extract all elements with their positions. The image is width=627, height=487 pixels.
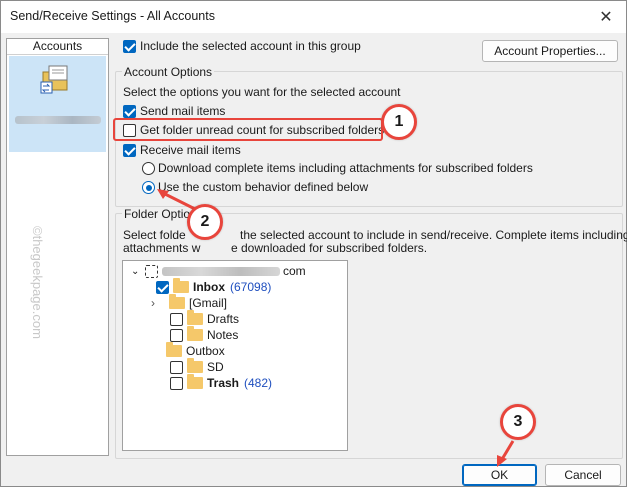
gmail-label: [Gmail] (189, 296, 228, 310)
collapse-chevron-icon[interactable]: ⌄ (131, 266, 145, 277)
trash-checkbox[interactable] (170, 376, 183, 390)
title-bar: Send/Receive Settings - All Accounts ✕ (1, 1, 626, 33)
cancel-button[interactable]: Cancel (545, 464, 621, 486)
account-email-redacted (162, 266, 280, 276)
sd-folder-icon (187, 358, 203, 373)
notes-label: Notes (207, 328, 239, 342)
folder-options-line1-start: Select folde (123, 228, 186, 242)
download-complete-label: Download complete items including attach… (158, 161, 533, 175)
root-partial-checkbox[interactable] (145, 264, 158, 278)
accounts-panel: Accounts (6, 38, 109, 456)
receive-mail-checkbox[interactable] (123, 144, 136, 157)
include-account-checkbox[interactable] (123, 40, 136, 53)
tree-item-gmail[interactable]: › [Gmail] (151, 294, 228, 310)
drafts-label: Drafts (207, 312, 240, 326)
send-mail-label: Send mail items (140, 104, 226, 118)
callout-1: 1 (381, 104, 417, 140)
trash-count: (482) (244, 376, 273, 390)
account-list-item[interactable] (9, 56, 106, 152)
account-options-instruction: Select the options you want for the sele… (123, 85, 401, 99)
sd-checkbox[interactable] (170, 360, 183, 374)
outbox-folder-icon (166, 342, 182, 357)
download-complete-radio[interactable] (142, 162, 155, 175)
notes-folder-icon (187, 326, 203, 341)
tree-item-outbox[interactable]: Outbox (166, 342, 225, 358)
inbox-checkbox[interactable] (156, 280, 169, 294)
window-title: Send/Receive Settings - All Accounts (10, 9, 215, 23)
notes-checkbox[interactable] (170, 328, 183, 342)
outbox-label: Outbox (186, 344, 225, 358)
accounts-header: Accounts (7, 39, 108, 55)
tree-item-inbox[interactable]: Inbox (67098) (156, 278, 272, 294)
drafts-checkbox[interactable] (170, 312, 183, 326)
folder-options-line2-end: e downloaded for subscribed folders. (231, 241, 428, 255)
tree-item-notes[interactable]: Notes (170, 326, 239, 342)
root-suffix: com (283, 264, 306, 278)
inbox-label: Inbox (193, 280, 225, 294)
folder-options-line2-start: attachments w (123, 241, 201, 255)
sd-label: SD (207, 360, 224, 374)
folder-tree: ⌄ com Inbox (67098) › [Gmail] Drafts Not… (122, 260, 348, 451)
callout-3: 3 (500, 404, 536, 440)
tree-item-sd[interactable]: SD (170, 358, 224, 374)
callout-2: 2 (187, 204, 223, 240)
drafts-folder-icon (187, 310, 203, 325)
expand-chevron-icon[interactable]: › (151, 296, 163, 310)
account-properties-button[interactable]: Account Properties... (482, 40, 618, 62)
arrow-icon (497, 440, 515, 467)
watermark: ©thegeekpage.com (30, 226, 45, 339)
ok-button[interactable]: OK (462, 464, 537, 486)
trash-folder-icon (187, 374, 203, 389)
inbox-folder-icon (173, 278, 189, 293)
send-mail-checkbox[interactable] (123, 105, 136, 118)
tree-item-drafts[interactable]: Drafts (170, 310, 240, 326)
tree-root-node[interactable]: ⌄ com (131, 264, 306, 278)
account-name-redacted (15, 116, 101, 124)
account-options-title: Account Options (122, 65, 215, 79)
tree-item-trash[interactable]: Trash (482) (170, 374, 273, 390)
receive-mail-label: Receive mail items (140, 143, 241, 157)
highlight-box (113, 118, 383, 141)
inbox-count: (67098) (230, 280, 272, 294)
close-icon[interactable]: ✕ (586, 1, 626, 33)
include-account-label: Include the selected account in this gro… (140, 39, 361, 53)
send-receive-settings-window: Send/Receive Settings - All Accounts ✕ A… (0, 0, 627, 487)
account-mailbox-icon (40, 65, 68, 94)
trash-label: Trash (207, 376, 240, 390)
folder-options-line1-end: the selected account to include in send/… (240, 228, 627, 242)
gmail-folder-icon (169, 294, 185, 309)
